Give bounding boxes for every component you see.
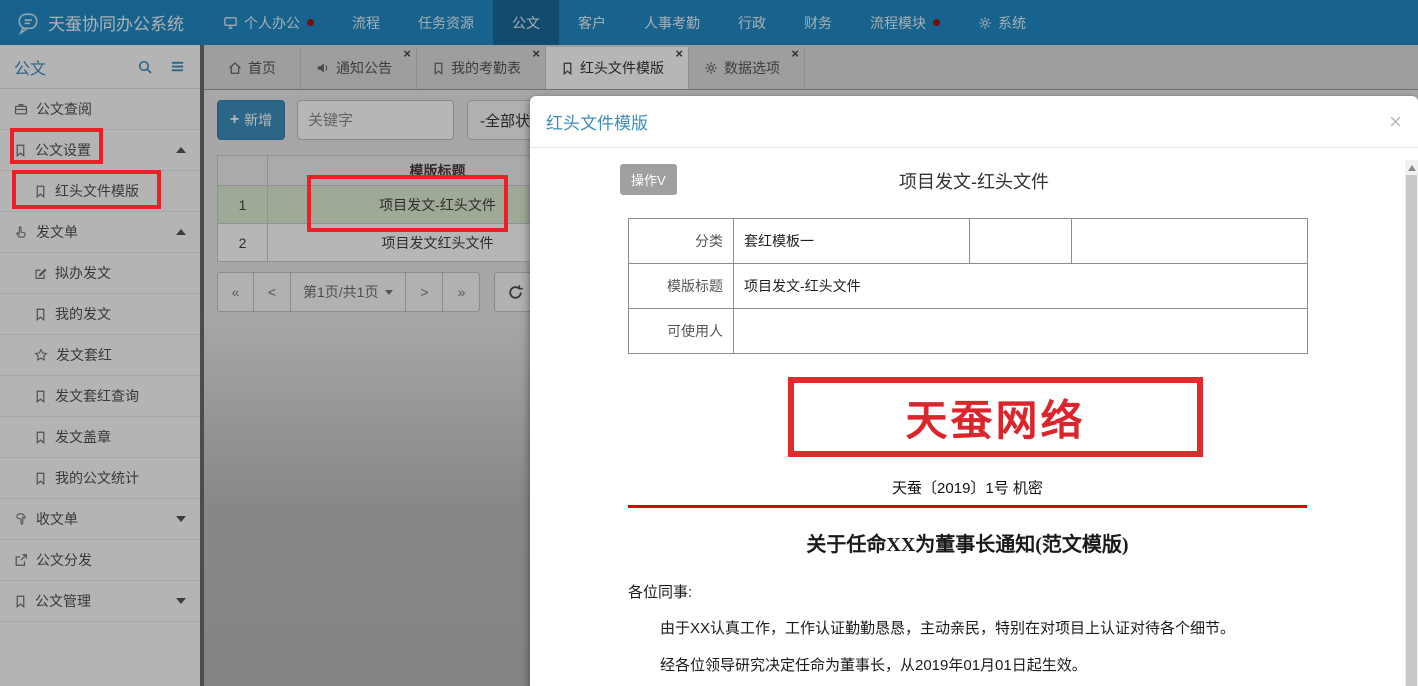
letterhead-text: 天蚕网络	[905, 387, 1085, 448]
close-icon[interactable]: ×	[1389, 112, 1402, 132]
field-value: 套红模板一	[734, 219, 970, 264]
field-value: 项目发文-红头文件	[734, 264, 1308, 309]
modal-scrollbar[interactable]	[1405, 160, 1418, 686]
salutation: 各位同事:	[628, 581, 1307, 602]
field-label: 模版标题	[629, 264, 734, 309]
modal-title: 红头文件模版	[546, 109, 648, 134]
doc-paragraph: 经各位领导研究决定任命为董事长，从2019年01月01日起生效。	[628, 655, 1307, 676]
doc-number: 天蚕〔2019〕1号 机密	[628, 477, 1307, 498]
action-dropdown-button[interactable]: 操作V	[620, 164, 677, 195]
modal-body: 操作V 项目发文-红头文件 分类 套红模板一 模版标题 项目发文-红头文件 可使…	[530, 160, 1418, 686]
document-preview: 天蚕〔2019〕1号 机密 关于任命XX为董事长通知(范文模版) 各位同事: 由…	[628, 477, 1307, 676]
field-row: 模版标题 项目发文-红头文件	[629, 264, 1308, 309]
red-divider	[628, 505, 1307, 508]
modal-header: 红头文件模版 ×	[530, 96, 1418, 148]
modal-toolbar: 操作V 项目发文-红头文件	[530, 160, 1418, 204]
doc-paragraph: 由于XX认真工作，工作认证勤勤恳恳，主动亲民，特别在对项目上认证对待各个细节。	[628, 618, 1307, 639]
redhead-template-modal: 红头文件模版 × 操作V 项目发文-红头文件 分类 套红模板一 模版标题 项目发…	[530, 96, 1418, 686]
field-row: 可使用人	[629, 309, 1308, 354]
scroll-up-icon[interactable]	[1405, 160, 1418, 175]
template-fields-table: 分类 套红模板一 模版标题 项目发文-红头文件 可使用人	[628, 218, 1308, 354]
scrollbar-thumb[interactable]	[1406, 175, 1417, 686]
field-value	[734, 309, 1308, 354]
field-row: 分类 套红模板一	[629, 219, 1308, 264]
field-label: 分类	[629, 219, 734, 264]
field-label: 可使用人	[629, 309, 734, 354]
letterhead-box: 天蚕网络	[788, 377, 1203, 457]
notice-title: 关于任命XX为董事长通知(范文模版)	[628, 528, 1307, 557]
